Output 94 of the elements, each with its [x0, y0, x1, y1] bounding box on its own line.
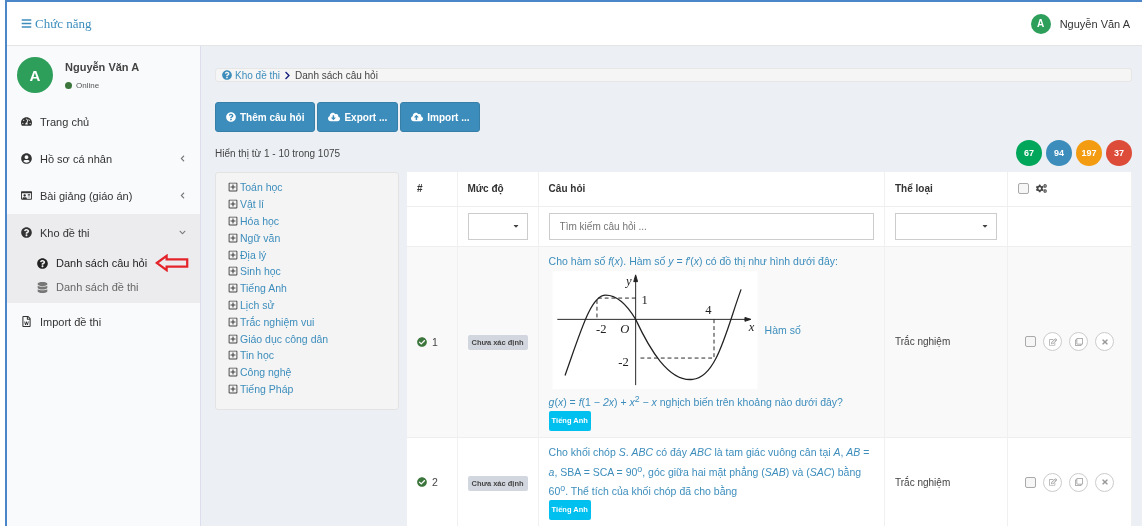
graph-label: -2 [595, 321, 607, 336]
card-icon [21, 190, 32, 201]
sidebar-subitem[interactable]: Danh sách đề thi [7, 275, 200, 299]
edit-button[interactable] [1043, 332, 1062, 352]
avatar[interactable]: A [1030, 13, 1051, 34]
question-icon [21, 227, 32, 238]
subject-item[interactable]: Công nghệ [228, 363, 386, 381]
type-filter-select[interactable] [895, 212, 997, 240]
menu-icon [21, 18, 32, 29]
document-icon [21, 316, 32, 327]
subject-item[interactable]: Trắc nghiệm vui [228, 313, 386, 331]
subject-item[interactable]: Tiếng Pháp [228, 380, 386, 398]
graph-label: 1 [641, 292, 648, 307]
count-badge: 67 [1016, 140, 1042, 166]
user-name: Nguyễn Văn A [65, 61, 140, 73]
chevron-left-icon [179, 192, 186, 199]
copy-icon [1074, 478, 1083, 486]
settings-icon[interactable] [1036, 183, 1047, 195]
copy-button[interactable] [1069, 472, 1088, 492]
caret-down-icon [981, 222, 989, 230]
subject-item[interactable]: Sinh học [228, 263, 386, 280]
graph-label: x [748, 319, 754, 334]
graph-label: O [619, 321, 629, 336]
graph-label: 4 [704, 302, 712, 317]
chevron-down-icon [179, 229, 186, 236]
delete-button[interactable] [1095, 332, 1114, 352]
chevron-right-icon [283, 70, 293, 80]
close-icon [1100, 337, 1109, 346]
question-text: Cho hàm số f(x). Hàm số y = f′(x) có đồ thị như hình dưới đây: [548, 254, 838, 267]
subject-item[interactable]: Hóa học [228, 212, 386, 230]
subject-item[interactable]: Tin học [228, 346, 386, 364]
action-button[interactable]: Import ... [400, 102, 481, 132]
checkbox[interactable] [1025, 476, 1036, 488]
status-dot [65, 82, 72, 89]
sidebar-item[interactable]: Bài giảng (giáo án) [7, 177, 200, 214]
close-icon [1100, 478, 1109, 486]
subject-item[interactable]: Lịch sử [228, 296, 386, 314]
subject-item[interactable]: Ngữ văn [228, 229, 386, 247]
checkbox[interactable] [1018, 183, 1029, 195]
breadcrumb-link[interactable]: Kho đề thi [222, 69, 281, 81]
graph-label: y [625, 273, 632, 288]
database-icon [37, 281, 48, 293]
copy-button[interactable] [1069, 332, 1088, 352]
cloud-upload-icon [411, 111, 424, 123]
question-icon [37, 257, 48, 269]
subject-item[interactable]: Toán học [228, 179, 386, 196]
graph-label: -2 [617, 354, 629, 369]
results-summary: Hiển thị từ 1 - 10 trong 1075 [215, 147, 341, 159]
copy-icon [1074, 337, 1083, 346]
question-text: Cho khối chóp S. ABC có đáy ABC là tam giác vuông cân tại A, AB = a, SBA = SCA = 90$^{o}$, góc giữa hai mặt phẳng (SAB) và (SAC) bằng 60$^{o}$. Thể tích của khối chóp đã cho bằng [548, 446, 870, 497]
row-number: 1 [432, 335, 438, 348]
question-text: Hàm số [764, 322, 801, 338]
search-field[interactable]: Tìm kiếm câu hỏi ... [548, 212, 874, 240]
arrow-annotation [155, 254, 190, 272]
subject-item[interactable]: Địa lý [228, 246, 386, 263]
count-badge: 94 [1046, 140, 1072, 166]
breadcrumb-current: Danh sách câu hỏi [295, 69, 378, 81]
column-header: # [407, 172, 457, 206]
menu-button[interactable]: Chức năng [21, 15, 92, 32]
sidebar-subitem[interactable]: Danh sách câu hỏi [7, 251, 200, 275]
avatar: A [17, 57, 53, 93]
question-icon [226, 112, 236, 122]
subject-item[interactable]: Tiếng Anh [228, 279, 386, 297]
row-number: 2 [432, 476, 438, 488]
type-cell: Trắc nghiệm [884, 437, 1008, 526]
question-icon [222, 70, 232, 80]
user-icon [21, 153, 32, 164]
column-header: Câu hỏi [538, 172, 885, 206]
column-header: Mức độ [457, 172, 539, 206]
edit-icon [1048, 478, 1057, 486]
type-cell: Trắc nghiệm [884, 246, 1008, 438]
action-button[interactable]: Export ... [317, 102, 399, 132]
sidebar-item[interactable]: Hồ sơ cá nhân [7, 140, 200, 177]
count-badge: 197 [1076, 140, 1102, 166]
sidebar-item[interactable]: Trang chủ [7, 103, 200, 140]
action-button[interactable]: Thêm câu hỏi [215, 102, 316, 132]
edit-button[interactable] [1043, 472, 1062, 492]
delete-button[interactable] [1095, 472, 1114, 492]
dashboard-icon [21, 116, 32, 127]
chevron-left-icon [179, 155, 186, 162]
subject-item[interactable]: Giáo dục công dân [228, 330, 386, 347]
column-header: Thể loại [884, 172, 1008, 206]
sidebar-item[interactable]: Import đề thi [7, 303, 200, 340]
edit-icon [1048, 337, 1057, 346]
sidebar-item[interactable]: Kho đề thi [7, 214, 200, 251]
level-filter-select[interactable] [467, 212, 528, 240]
checkbox[interactable] [1025, 336, 1036, 348]
subject-item[interactable]: Vật lí [228, 195, 386, 213]
status-text: Online [76, 81, 100, 90]
question-text: g(x) = f(1 − 2x) + x$^{2}$ − x nghịch biến trên khoảng nào dưới đây? [548, 396, 843, 408]
user-name[interactable]: Nguyễn Văn A [1059, 17, 1130, 30]
count-badge: 37 [1106, 140, 1132, 166]
caret-down-icon [511, 222, 520, 230]
cloud-download-icon [328, 111, 341, 123]
